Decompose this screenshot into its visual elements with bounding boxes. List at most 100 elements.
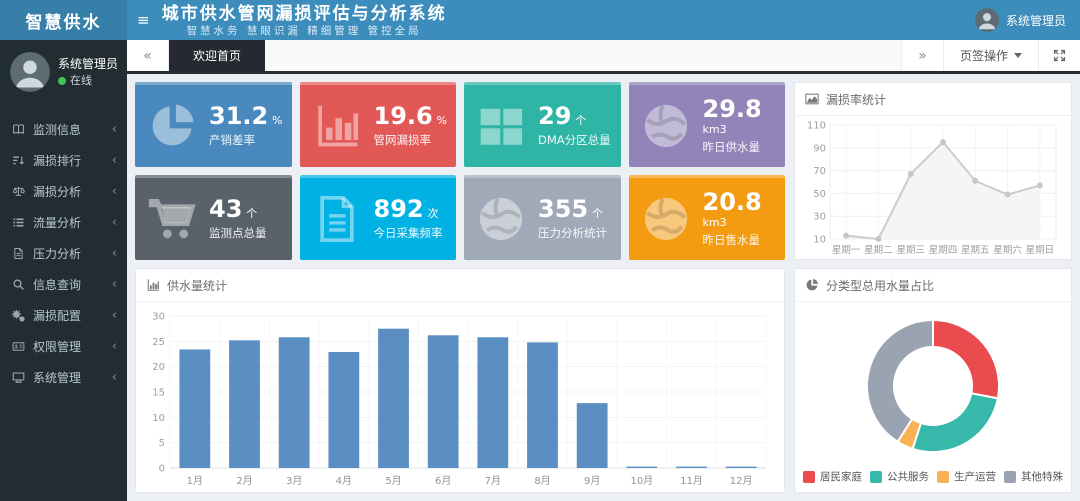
svg-text:10: 10	[813, 234, 826, 245]
globe-icon	[641, 194, 691, 244]
stat-value: 43	[209, 195, 242, 223]
svg-text:5: 5	[159, 438, 165, 449]
supply-volume-panel: 供水量统计 0510152025301月2月3月4月5月6月7月8月9月10月1…	[135, 268, 785, 493]
chevron-left-icon: ‹	[112, 339, 117, 354]
leakage-line-chart: 1030507090110星期一星期二星期三星期四星期五星期六星期日	[795, 116, 1071, 259]
sidebar-item-label: 权限管理	[33, 338, 81, 355]
sidebar-item-label: 流量分析	[33, 214, 81, 231]
fullscreen-button[interactable]	[1038, 40, 1080, 71]
sidebar-item-3[interactable]: 漏损分析 ‹	[0, 176, 127, 207]
chevron-left-icon: ‹	[112, 184, 117, 199]
legend-item-2[interactable]: 公共服务	[870, 469, 929, 484]
svg-text:25: 25	[152, 337, 165, 348]
stat-value: 29	[538, 102, 571, 130]
balance-icon	[12, 185, 25, 198]
svg-text:1月: 1月	[187, 475, 203, 487]
top-bar-main: ≡ 城市供水管网漏损评估与分析系统 智慧水务 慧眼识漏 精细管理 管控全局 系统…	[127, 0, 1080, 40]
legend-item-1[interactable]: 居民家庭	[803, 469, 862, 484]
area-chart-icon	[805, 92, 819, 106]
sidebar-item-4[interactable]: 流量分析‹	[0, 207, 127, 238]
globe-icon	[641, 101, 691, 151]
tabs-scroll-left-button[interactable]: «	[127, 40, 169, 71]
hamburger-icon[interactable]: ≡	[127, 11, 162, 29]
svg-text:0: 0	[159, 464, 165, 475]
stat-label: DMA分区总量	[538, 132, 611, 148]
chevron-left-icon: ‹	[112, 122, 117, 137]
stat-card-1: 31.2 %产销差率	[135, 82, 292, 167]
legend-item-4[interactable]: 其他特殊	[1004, 469, 1063, 484]
stat-card-4: 29.8 km3昨日供水量	[629, 82, 786, 167]
sidebar-item-1[interactable]: 监测信息‹	[0, 114, 127, 145]
tab-operations-label: 页签操作	[960, 47, 1008, 64]
stat-unit: 个	[246, 207, 257, 220]
svg-text:星期六: 星期六	[993, 244, 1022, 256]
stat-label: 今日采集频率	[374, 225, 443, 241]
stat-label: 管网漏损率	[374, 132, 448, 148]
svg-text:6月: 6月	[435, 475, 451, 487]
tabs-scroll-right-button[interactable]: »	[901, 40, 943, 71]
svg-text:2月: 2月	[236, 475, 252, 487]
legend-label: 其他特殊	[1021, 469, 1063, 484]
caret-down-icon	[1014, 53, 1022, 58]
supply-panel-title: 供水量统计	[167, 277, 227, 294]
stat-value: 892	[374, 195, 424, 223]
globe-icon	[476, 194, 526, 244]
svg-text:8月: 8月	[534, 475, 550, 487]
svg-text:12月: 12月	[730, 475, 753, 487]
bar-chart-icon	[146, 278, 160, 292]
legend-swatch	[870, 471, 882, 483]
sidebar-item-label: 漏损分析	[33, 183, 81, 200]
usage-donut-chart	[795, 302, 1071, 467]
legend-item-3[interactable]: 生产运营	[937, 469, 996, 484]
sidebar-item-6[interactable]: 信息查询‹	[0, 269, 127, 300]
legend-label: 生产运营	[954, 469, 996, 484]
svg-text:4月: 4月	[336, 475, 352, 487]
sidebar-item-label: 信息查询	[33, 276, 81, 293]
legend-swatch	[1004, 471, 1016, 483]
windows-icon	[476, 101, 526, 151]
chevron-left-icon: ‹	[112, 370, 117, 385]
sidebar-item-5[interactable]: 压力分析‹	[0, 238, 127, 269]
stat-label: 压力分析统计	[538, 225, 607, 241]
legend-label: 公共服务	[887, 469, 929, 484]
stat-label: 昨日售水量	[703, 232, 786, 248]
app-logo: 智慧供水	[0, 0, 127, 40]
svg-text:9月: 9月	[584, 475, 600, 487]
stat-label: 产销差率	[209, 132, 283, 148]
legend-label: 居民家庭	[820, 469, 862, 484]
tab-welcome-home[interactable]: 欢迎首页	[169, 40, 265, 71]
sidebar-item-7[interactable]: 漏损配置 ‹	[0, 300, 127, 331]
stat-unit: km3	[703, 123, 727, 136]
sidebar-item-8[interactable]: 权限管理 ‹	[0, 331, 127, 362]
chevron-left-icon: ‹	[112, 308, 117, 323]
online-status-label: 在线	[70, 73, 92, 90]
sort-icon	[12, 154, 25, 167]
sidebar-menu: 监测信息‹漏损排行‹漏损分析‹流量分析‹压力分析‹信息查询‹漏损配置‹权限管理‹…	[0, 114, 127, 393]
title-block: 城市供水管网漏损评估与分析系统 智慧水务 慧眼识漏 精细管理 管控全局	[162, 5, 447, 37]
svg-text:10: 10	[152, 413, 165, 424]
sidebar-item-label: 漏损排行	[33, 152, 81, 169]
bar-chart-icon	[312, 101, 362, 151]
stat-unit: %	[272, 114, 282, 127]
sidebar-avatar	[10, 52, 50, 92]
book-icon	[12, 123, 25, 136]
sidebar-item-2[interactable]: 漏损排行‹	[0, 145, 127, 176]
sidebar-item-label: 漏损配置	[33, 307, 81, 324]
stat-unit: 个	[592, 207, 603, 220]
tabbar-spacer	[265, 40, 901, 71]
svg-text:20: 20	[152, 362, 165, 373]
page-title: 城市供水管网漏损评估与分析系统	[162, 5, 447, 24]
cart-icon	[147, 194, 197, 244]
sidebar-item-9[interactable]: 系统管理‹	[0, 362, 127, 393]
desktop-icon	[12, 371, 25, 384]
top-user-menu[interactable]: 系统管理员	[975, 0, 1066, 40]
stat-value: 19.6	[374, 102, 433, 130]
legend-swatch	[803, 471, 815, 483]
svg-text:星期四: 星期四	[929, 245, 958, 256]
svg-text:30: 30	[152, 312, 165, 323]
donut-legend: 居民家庭 公共服务 生产运营 其他特殊	[795, 467, 1071, 492]
svg-text:星期日: 星期日	[1026, 245, 1055, 256]
stat-card-7: 355 个压力分析统计	[464, 175, 621, 260]
sidebar-user-name: 系统管理员	[58, 55, 118, 73]
tab-operations-dropdown[interactable]: 页签操作	[943, 40, 1038, 71]
